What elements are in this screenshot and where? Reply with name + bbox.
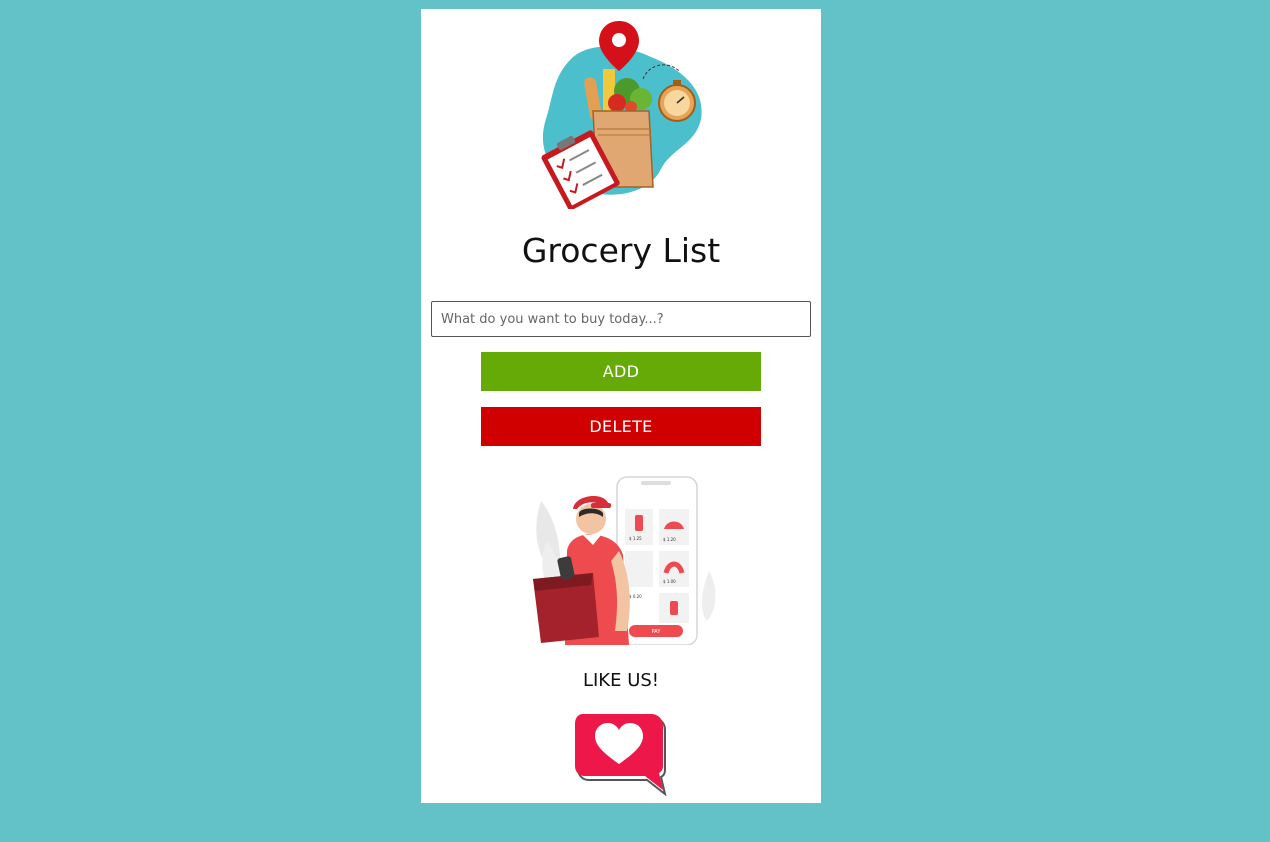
price-label: $ 1.00 (663, 579, 676, 584)
grocery-bag-illustration (541, 21, 702, 209)
price-label: $ 0.20 (629, 594, 642, 599)
price-label: $ 1.20 (663, 537, 676, 542)
page-title: Grocery List (521, 231, 721, 270)
grocery-item-input[interactable] (431, 301, 811, 337)
main-card: Grocery List ADD DELETE $ 1.25 $ 1.20 $ … (421, 9, 821, 803)
delete-button[interactable]: DELETE (481, 407, 761, 446)
add-button[interactable]: ADD (481, 352, 761, 391)
delivery-man-illustration: $ 1.25 $ 1.20 $ 1.00 $ 0.20 PAY (533, 476, 716, 645)
pay-label: PAY (652, 629, 662, 635)
price-label: $ 1.25 (629, 536, 642, 541)
like-us-label: LIKE US! (582, 670, 660, 691)
heart-speech-bubble-icon[interactable] (575, 714, 669, 796)
